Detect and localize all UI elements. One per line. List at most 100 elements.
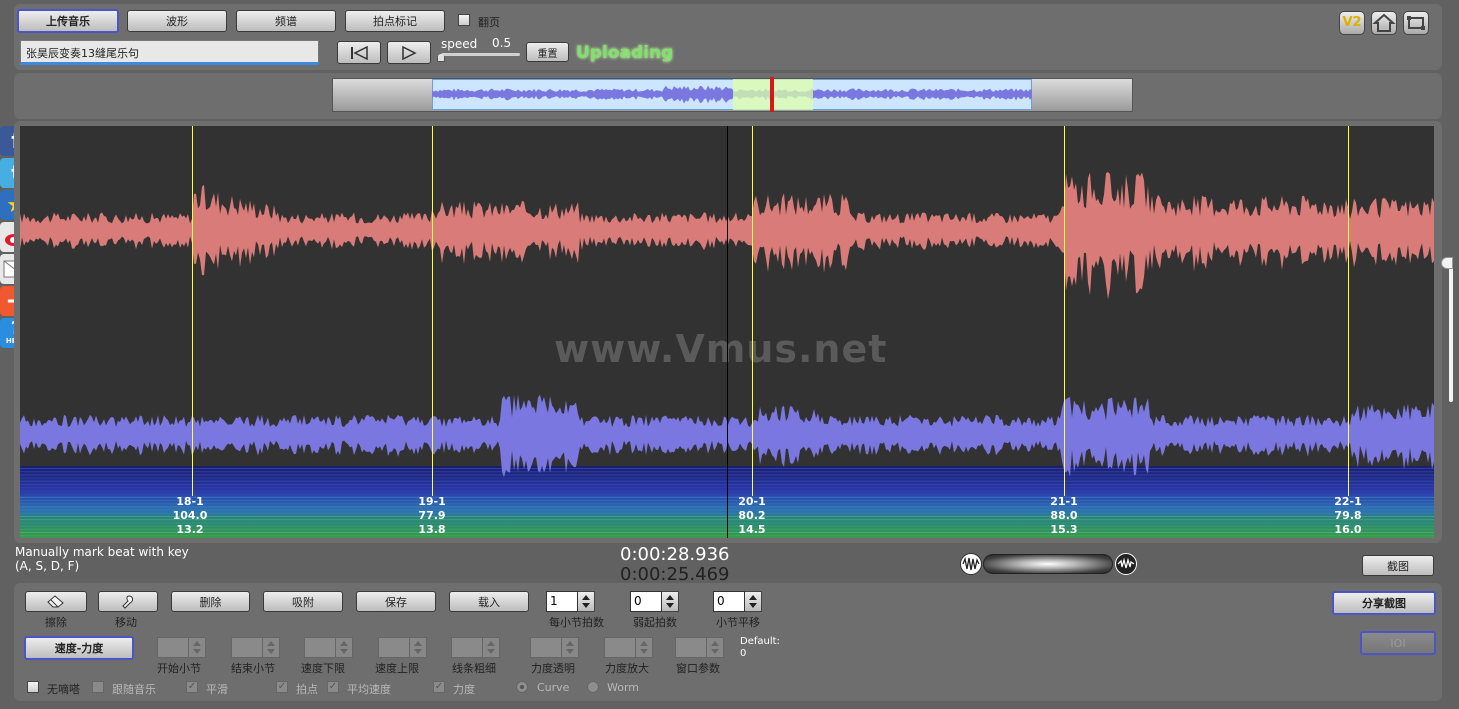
beats-per-bar-label: 每小节拍数 <box>549 616 604 629</box>
load-button[interactable]: 载入 <box>449 591 529 612</box>
beat-line[interactable] <box>1348 126 1349 496</box>
fullscreen-button[interactable] <box>1403 11 1429 35</box>
share-screenshot-button[interactable]: 分享截图 <box>1332 591 1436 615</box>
erase-button[interactable] <box>25 591 87 612</box>
stepper-arrows-icon[interactable] <box>483 637 500 658</box>
marker-bar: 22-1 <box>1334 495 1362 508</box>
stepper-arrows-icon[interactable] <box>562 637 579 658</box>
screenshot-button[interactable]: 截图 <box>1362 555 1434 576</box>
bar-shift-label: 小节平移 <box>716 616 760 629</box>
no-click-checkbox[interactable] <box>27 681 39 693</box>
zoom-slider[interactable] <box>983 554 1113 574</box>
follow-music-label: 跟随音乐 <box>112 683 156 696</box>
dynamics-alpha-stepper[interactable] <box>530 637 579 658</box>
start-bar-stepper[interactable] <box>157 637 206 658</box>
waveform-button[interactable]: 波形 <box>127 10 227 32</box>
smooth-checkbox[interactable]: ✓ <box>186 681 198 693</box>
beat-point-checkbox[interactable]: ✓ <box>276 681 288 693</box>
pickup-beats-value[interactable]: 0 <box>630 591 662 612</box>
stepper-arrows-icon[interactable] <box>263 637 280 658</box>
marker-dynamics: 14.5 <box>738 523 766 536</box>
worm-radio[interactable] <box>587 681 599 693</box>
stepper-arrows-icon[interactable] <box>336 637 353 658</box>
line-width-stepper[interactable] <box>451 637 500 658</box>
marker-tempo: 77.9 <box>418 509 446 522</box>
move-label: 移动 <box>115 616 137 629</box>
stepper-arrows-icon[interactable] <box>410 637 427 658</box>
beat-line[interactable] <box>752 126 753 496</box>
fullscreen-icon <box>1407 16 1425 30</box>
tempo-high-stepper[interactable] <box>378 637 427 658</box>
overview-playhead[interactable] <box>770 77 774 112</box>
hint-line-2: (A, S, D, F) <box>15 559 80 573</box>
home-icon <box>1372 13 1396 32</box>
start-bar-label: 开始小节 <box>157 662 201 675</box>
beats-per-bar-value[interactable]: 1 <box>546 591 578 612</box>
beat-line[interactable] <box>432 126 433 496</box>
no-click-label: 无嘀嗒 <box>47 683 80 696</box>
beat-marker-label: 19-1 77.9 13.8 <box>402 495 462 537</box>
upload-status-text: Uploading <box>576 43 674 63</box>
overview-waveform <box>432 85 1032 104</box>
speed-label: speed <box>441 37 478 51</box>
snap-button[interactable]: 吸附 <box>263 591 343 612</box>
dynamics-alpha-label: 力度透明 <box>531 662 575 675</box>
upload-music-button[interactable]: 上传音乐 <box>17 9 119 33</box>
dynamics-zoom-label: 力度放大 <box>605 662 649 675</box>
waveform-zoom-out-icon[interactable] <box>960 553 982 575</box>
line-width-label: 线条粗细 <box>452 662 496 675</box>
stepper-arrows-icon[interactable] <box>636 637 653 658</box>
stepper-arrows-icon[interactable] <box>189 637 206 658</box>
worm-label: Worm <box>607 681 640 694</box>
v2-badge[interactable]: V2 <box>1339 11 1365 35</box>
save-button[interactable]: 保存 <box>356 591 436 612</box>
tempo-low-stepper[interactable] <box>304 637 353 658</box>
tempo-dynamics-button[interactable]: 速度-力度 <box>24 636 134 660</box>
reset-button[interactable]: 重置 <box>526 42 569 62</box>
avg-tempo-label: 平均速度 <box>347 683 391 696</box>
beat-marker-label: 20-1 80.2 14.5 <box>722 495 782 537</box>
beat-line[interactable] <box>1064 126 1065 496</box>
marker-bar: 20-1 <box>738 495 766 508</box>
follow-music-checkbox[interactable] <box>92 681 104 693</box>
dynamics-label: 力度 <box>453 683 475 696</box>
pickup-beats-stepper[interactable]: 0 <box>630 591 679 612</box>
marker-dynamics: 13.8 <box>418 523 446 536</box>
home-button[interactable] <box>1371 11 1397 35</box>
delete-button[interactable]: 删除 <box>171 591 250 612</box>
ioi-button[interactable]: IOI <box>1360 631 1436 655</box>
default-label: Default: <box>740 636 780 647</box>
default-info: Default: 0 <box>740 636 780 660</box>
play-button[interactable] <box>387 41 431 64</box>
end-bar-label: 结束小节 <box>231 662 275 675</box>
beat-mark-button[interactable]: 拍点标记 <box>345 10 445 32</box>
end-bar-stepper[interactable] <box>231 637 280 658</box>
curve-radio[interactable] <box>516 681 528 693</box>
avg-tempo-checkbox[interactable]: ✓ <box>327 681 339 693</box>
song-title-field[interactable]: 张昊辰变奏13缝尾乐句 <box>20 40 319 65</box>
move-button[interactable] <box>98 591 158 612</box>
stepper-arrows-icon[interactable] <box>707 637 724 658</box>
beat-line[interactable] <box>192 126 193 496</box>
beats-per-bar-stepper[interactable]: 1 <box>546 591 595 612</box>
speed-slider[interactable] <box>440 53 520 56</box>
window-param-stepper[interactable] <box>675 637 724 658</box>
marker-tempo: 79.8 <box>1334 509 1362 522</box>
waveform-zoom-in-icon[interactable] <box>1115 553 1137 575</box>
page-flip-checkbox[interactable] <box>458 14 470 26</box>
vertical-scrollbar[interactable] <box>1449 258 1453 402</box>
time-total: 0:00:25.469 <box>620 564 730 585</box>
bar-shift-stepper[interactable]: 0 <box>713 591 762 612</box>
scrollbar-thumb[interactable] <box>1441 257 1453 269</box>
stepper-arrows-icon[interactable] <box>745 591 762 612</box>
bar-shift-value[interactable]: 0 <box>713 591 745 612</box>
speed-value: 0.5 <box>492 36 512 50</box>
skip-to-start-button[interactable] <box>337 41 381 64</box>
dynamics-zoom-stepper[interactable] <box>604 637 653 658</box>
spectrum-button[interactable]: 频谱 <box>236 10 336 32</box>
stepper-arrows-icon[interactable] <box>662 591 679 612</box>
playhead-line[interactable] <box>727 126 728 538</box>
keyboard-hint: Manually mark beat with key (A, S, D, F) <box>15 545 189 573</box>
stepper-arrows-icon[interactable] <box>578 591 595 612</box>
dynamics-checkbox[interactable]: ✓ <box>433 681 445 693</box>
